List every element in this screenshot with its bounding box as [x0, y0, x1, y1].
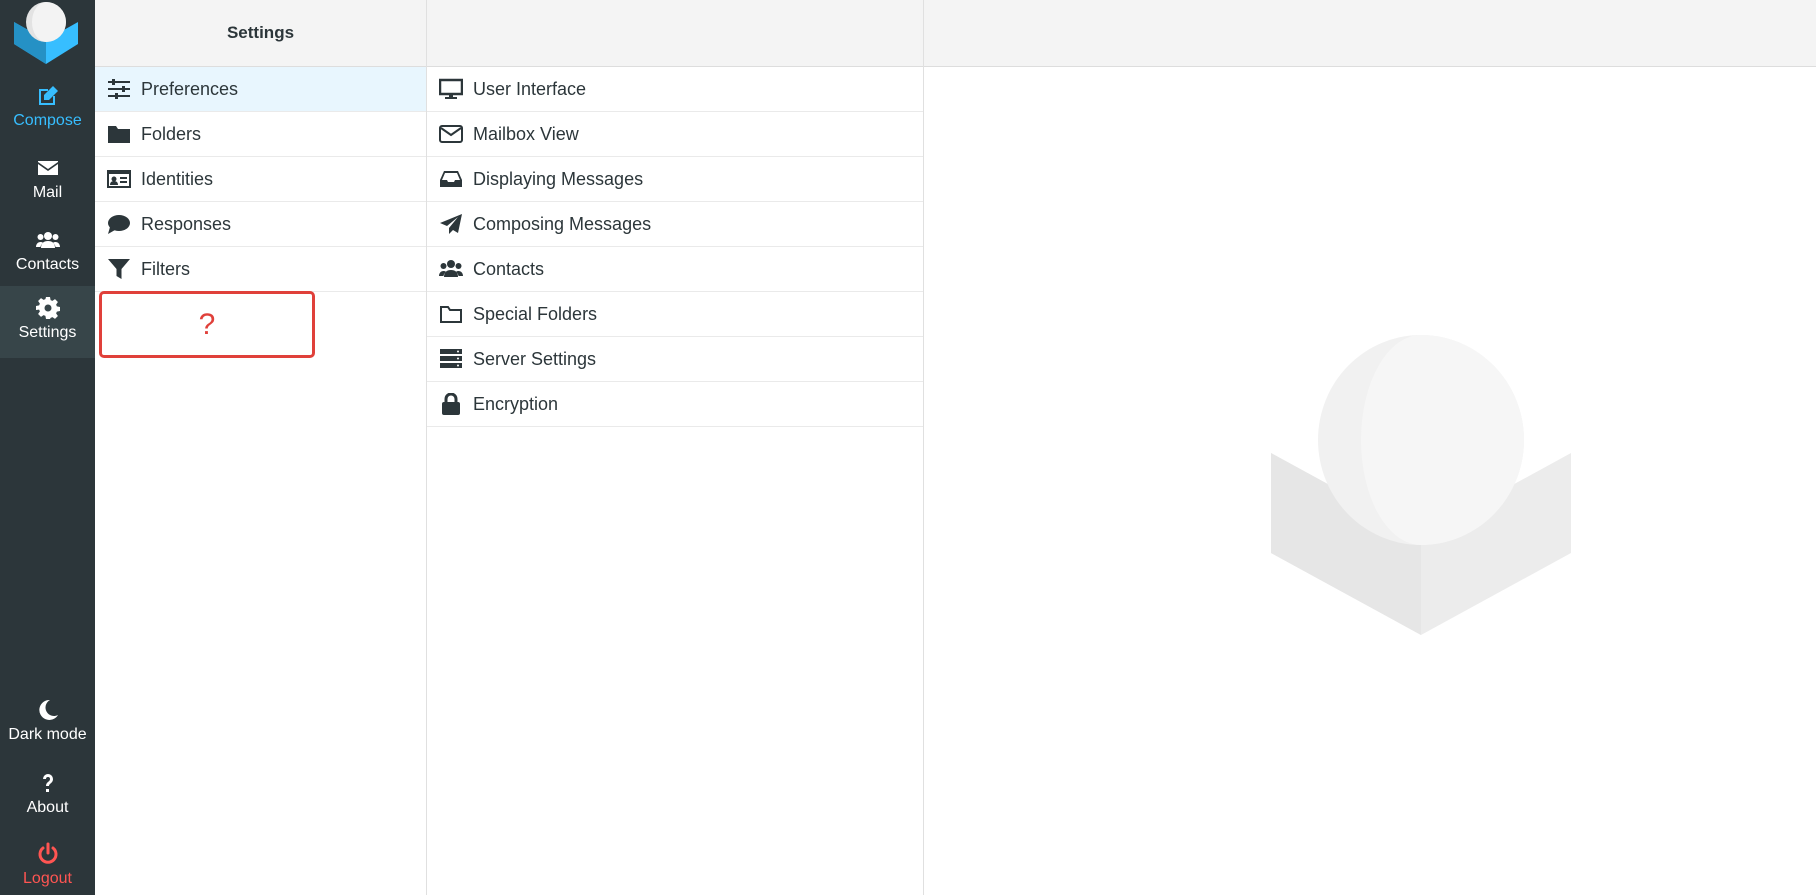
settings-list-panel: Settings Preferences Folders Identities …: [95, 0, 427, 895]
dark-mode-button[interactable]: Dark mode: [0, 688, 95, 760]
settings-item-filters[interactable]: Filters: [95, 247, 426, 292]
compose-button[interactable]: Compose: [0, 74, 95, 146]
speech-bubble-icon: [108, 215, 130, 234]
mail-button[interactable]: Mail: [0, 146, 95, 218]
settings-item-label: Filters: [141, 258, 190, 279]
settings-item-label: Folders: [141, 123, 202, 144]
settings-button[interactable]: Settings: [0, 286, 95, 358]
content-header: [924, 0, 1816, 67]
page-title: Settings: [226, 23, 295, 42]
section-label: Contacts: [473, 258, 545, 279]
users-icon: [439, 260, 463, 277]
settings-item-label: Preferences: [141, 78, 239, 99]
monitor-icon: [439, 78, 463, 99]
section-label: User Interface: [473, 78, 587, 99]
lock-icon: [442, 393, 460, 415]
envelope-icon: [37, 161, 58, 175]
section-label: Special Folders: [473, 303, 598, 324]
inbox-icon: [440, 171, 462, 187]
id-card-icon: [107, 170, 131, 188]
about-label: About: [26, 799, 69, 816]
settings-item-identities[interactable]: Identities: [95, 157, 426, 202]
settings-label: Settings: [18, 324, 77, 341]
question-icon: [42, 774, 53, 792]
paper-plane-icon: [440, 214, 462, 234]
content-frame: [924, 0, 1816, 895]
folder-outline-icon: [440, 306, 462, 323]
settings-item-responses[interactable]: Responses: [95, 202, 426, 247]
power-icon: [38, 842, 57, 864]
envelope-outline-icon: [439, 125, 463, 143]
section-label: Encryption: [473, 393, 559, 414]
contacts-button[interactable]: Contacts: [0, 218, 95, 290]
watermark-logo: [1271, 335, 1571, 635]
section-composing-messages[interactable]: Composing Messages: [427, 202, 923, 247]
dark-mode-label: Dark mode: [8, 726, 87, 743]
section-server-settings[interactable]: Server Settings: [427, 337, 923, 382]
section-label: Composing Messages: [473, 213, 652, 234]
section-mailbox-view[interactable]: Mailbox View: [427, 112, 923, 157]
users-icon: [35, 232, 60, 248]
gear-icon: [35, 297, 60, 319]
settings-item-preferences[interactable]: Preferences: [95, 67, 426, 112]
settings-item-label: Responses: [141, 213, 232, 234]
compose-icon: [38, 86, 58, 105]
contacts-label: Contacts: [15, 256, 80, 273]
section-label: Displaying Messages: [473, 168, 644, 189]
filter-icon: [108, 259, 130, 279]
about-button[interactable]: About: [0, 761, 95, 833]
section-special-folders[interactable]: Special Folders: [427, 292, 923, 337]
highlighted-unknown-item[interactable]: ?: [99, 291, 315, 358]
folder-icon: [108, 126, 130, 143]
app-rail: Compose Mail Contacts Settings Dark mode…: [0, 0, 95, 895]
moon-icon: [38, 699, 58, 720]
app-logo: [14, 2, 78, 64]
sections-header: [427, 0, 923, 67]
logout-button[interactable]: Logout: [0, 832, 95, 895]
compose-label: Compose: [13, 112, 82, 129]
settings-item-folders[interactable]: Folders: [95, 112, 426, 157]
section-encryption[interactable]: Encryption: [427, 382, 923, 427]
section-label: Mailbox View: [473, 123, 579, 144]
question-mark-icon: ?: [198, 307, 216, 341]
section-displaying-messages[interactable]: Displaying Messages: [427, 157, 923, 202]
section-contacts[interactable]: Contacts: [427, 247, 923, 292]
mail-label: Mail: [32, 184, 63, 201]
settings-header: Settings: [95, 0, 426, 67]
section-label: Server Settings: [473, 348, 597, 369]
logout-label: Logout: [23, 870, 72, 887]
sliders-icon: [108, 79, 130, 99]
server-icon: [440, 349, 462, 368]
settings-item-label: Identities: [141, 168, 214, 189]
preferences-sections-panel: User Interface Mailbox View Displaying M…: [427, 0, 924, 895]
section-user-interface[interactable]: User Interface: [427, 67, 923, 112]
